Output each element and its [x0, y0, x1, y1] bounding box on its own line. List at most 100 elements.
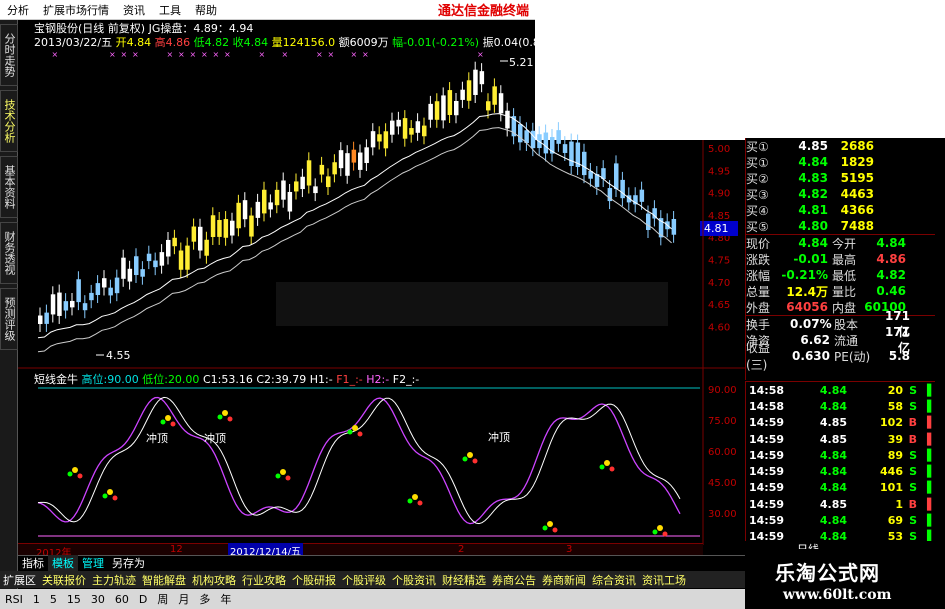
tick-bar-icon: ▐	[922, 514, 932, 528]
tick-row[interactable]: 14:59 4.85 102 B ▐	[746, 415, 945, 431]
tab-save-as[interactable]: 另存为	[108, 555, 149, 571]
tab-indicator[interactable]: 指标	[18, 555, 48, 571]
amplitude-value: 0.04(0.82%)	[493, 36, 562, 49]
function-bar-item[interactable]: 机构攻略	[189, 572, 239, 588]
bid-row[interactable]: 买② 4.83 5195	[746, 170, 945, 186]
period-button[interactable]: 年	[215, 591, 236, 607]
function-bar-item[interactable]: 扩展区	[0, 572, 39, 588]
tab-manage[interactable]: 管理	[78, 555, 108, 571]
tick-row[interactable]: 14:59 4.85 1 B ▐	[746, 496, 945, 512]
candle-body	[441, 95, 446, 121]
bid-row[interactable]: 买① 4.84 1829	[746, 154, 945, 170]
candle-body	[396, 119, 401, 127]
tick-time: 14:59	[749, 416, 785, 430]
stat-value: 4.84	[798, 236, 828, 250]
stat-label: 总量	[746, 284, 771, 299]
function-bar-item[interactable]: 综合资讯	[589, 572, 639, 588]
tick-row[interactable]: 14:59 4.84 69 S ▐	[746, 512, 945, 528]
period-button[interactable]: RSI	[0, 593, 28, 606]
period-button[interactable]: 30	[86, 593, 110, 606]
candle-body	[351, 149, 357, 163]
tab-fundamentals[interactable]: 基本资料	[0, 156, 18, 218]
tick-list[interactable]: 14:58 4.84 20 S ▐ 14:58 4.84 58 S ▐ 14:59 4.85 102 B ▐…	[745, 381, 945, 543]
param-value: -	[328, 373, 333, 386]
menu-news[interactable]: 资讯	[116, 2, 152, 18]
fundamental-row: 收益(三) 0.630 PE(动) 5.8	[746, 341, 945, 372]
bid-label: 买①	[746, 139, 769, 154]
stat-row: 涨跌 -0.01 最高 4.86	[746, 251, 945, 267]
menu-analysis[interactable]: 分析	[0, 2, 36, 18]
candle-body	[658, 218, 664, 238]
period-button[interactable]: D	[134, 593, 152, 606]
candle-body	[607, 188, 613, 202]
right-scrollbar[interactable]	[935, 140, 945, 550]
tab-financials[interactable]: 财务透视	[0, 222, 18, 284]
function-bar-item[interactable]: 财经精选	[439, 572, 489, 588]
peak-label: 冲顶	[204, 431, 226, 445]
price-axis-label: 4.90	[708, 189, 730, 200]
period-button[interactable]: 5	[45, 593, 62, 606]
candle-body	[159, 252, 165, 266]
candle-body	[95, 283, 101, 296]
function-bar-item[interactable]: 行业攻略	[239, 572, 289, 588]
toolbar: RSI 1 5 15 30 60 D 周月多年	[0, 589, 745, 609]
quote-panel: 买① 4.85 2686 买① 4.84 1829 买② 4.83 5195 买③ 4.82 4463…	[745, 138, 945, 380]
change-label: 幅	[392, 36, 404, 49]
bid-row[interactable]: 买⑤ 4.80 7488	[746, 218, 945, 234]
param-label: 高位	[81, 373, 104, 386]
watermark-title: 乐淘公式网	[775, 561, 880, 585]
candle-body	[223, 219, 229, 238]
period-button[interactable]: 多	[194, 591, 215, 607]
volume-value: 124156.0	[282, 36, 336, 49]
period-button[interactable]: 月	[173, 591, 194, 607]
bid-row[interactable]: 买① 4.85 2686	[746, 138, 945, 154]
signal-marker: ×	[259, 50, 266, 59]
period-button[interactable]: 15	[62, 593, 86, 606]
tab-forecast[interactable]: 预测评级	[0, 288, 18, 350]
stat-label: 外盘	[746, 300, 771, 315]
function-bar-item[interactable]: 智能解盘	[139, 572, 189, 588]
menu-help[interactable]: 帮助	[188, 2, 224, 18]
tab-intraday[interactable]: 分时走势	[0, 24, 18, 86]
tick-price: 4.85	[819, 416, 847, 430]
bid-price: 4.82	[798, 187, 828, 201]
period-button[interactable]: 60	[110, 593, 134, 606]
function-bar-item[interactable]: 个股研报	[289, 572, 339, 588]
signal-dot	[407, 498, 413, 504]
bid-price: 4.84	[798, 155, 828, 169]
oscillator-line	[37, 396, 681, 525]
menu-extended-market[interactable]: 扩展市场行情	[36, 2, 116, 18]
tick-row[interactable]: 14:58 4.84 20 S ▐	[746, 382, 945, 398]
param-label: F1	[336, 373, 350, 386]
bid-row[interactable]: 买③ 4.82 4463	[746, 186, 945, 202]
ma-line	[37, 113, 672, 339]
function-bar-item[interactable]: 个股评级	[339, 572, 389, 588]
tick-row[interactable]: 14:58 4.84 58 S ▐	[746, 398, 945, 414]
amplitude-label: 振	[482, 36, 494, 49]
tab-technical[interactable]: 技术分析	[0, 90, 18, 152]
tick-row[interactable]: 14:59 4.84 101 S ▐	[746, 480, 945, 496]
signal-dot	[412, 494, 418, 500]
signal-dot	[67, 471, 73, 477]
tick-row[interactable]: 14:59 4.85 39 B ▐	[746, 431, 945, 447]
period-button[interactable]: 1	[28, 593, 45, 606]
candle-body	[601, 168, 606, 180]
candle-body	[447, 90, 453, 115]
tick-row[interactable]: 14:59 4.84 89 S ▐	[746, 447, 945, 463]
function-bar-item[interactable]: 关联报价	[39, 572, 89, 588]
indicator-axis-label: 60.00	[708, 447, 737, 458]
menu-tools[interactable]: 工具	[152, 2, 188, 18]
function-bar-item[interactable]: 个股资讯	[389, 572, 439, 588]
tab-template[interactable]: 模板	[48, 555, 78, 571]
tick-row[interactable]: 14:59 4.84 446 S ▐	[746, 463, 945, 479]
period-button[interactable]: 周	[152, 591, 173, 607]
param-value: -	[358, 373, 363, 386]
candle-body	[89, 292, 94, 301]
bid-row[interactable]: 买④ 4.81 4366	[746, 202, 945, 218]
function-bar-item[interactable]: 券商公告	[489, 572, 539, 588]
function-bar-item[interactable]: 主力轨迹	[89, 572, 139, 588]
function-bar-item[interactable]: 资讯工场	[639, 572, 689, 588]
candle-body	[50, 294, 56, 315]
function-bar-item[interactable]: 券商新闻	[539, 572, 589, 588]
timeline-mark: 2	[458, 544, 465, 555]
